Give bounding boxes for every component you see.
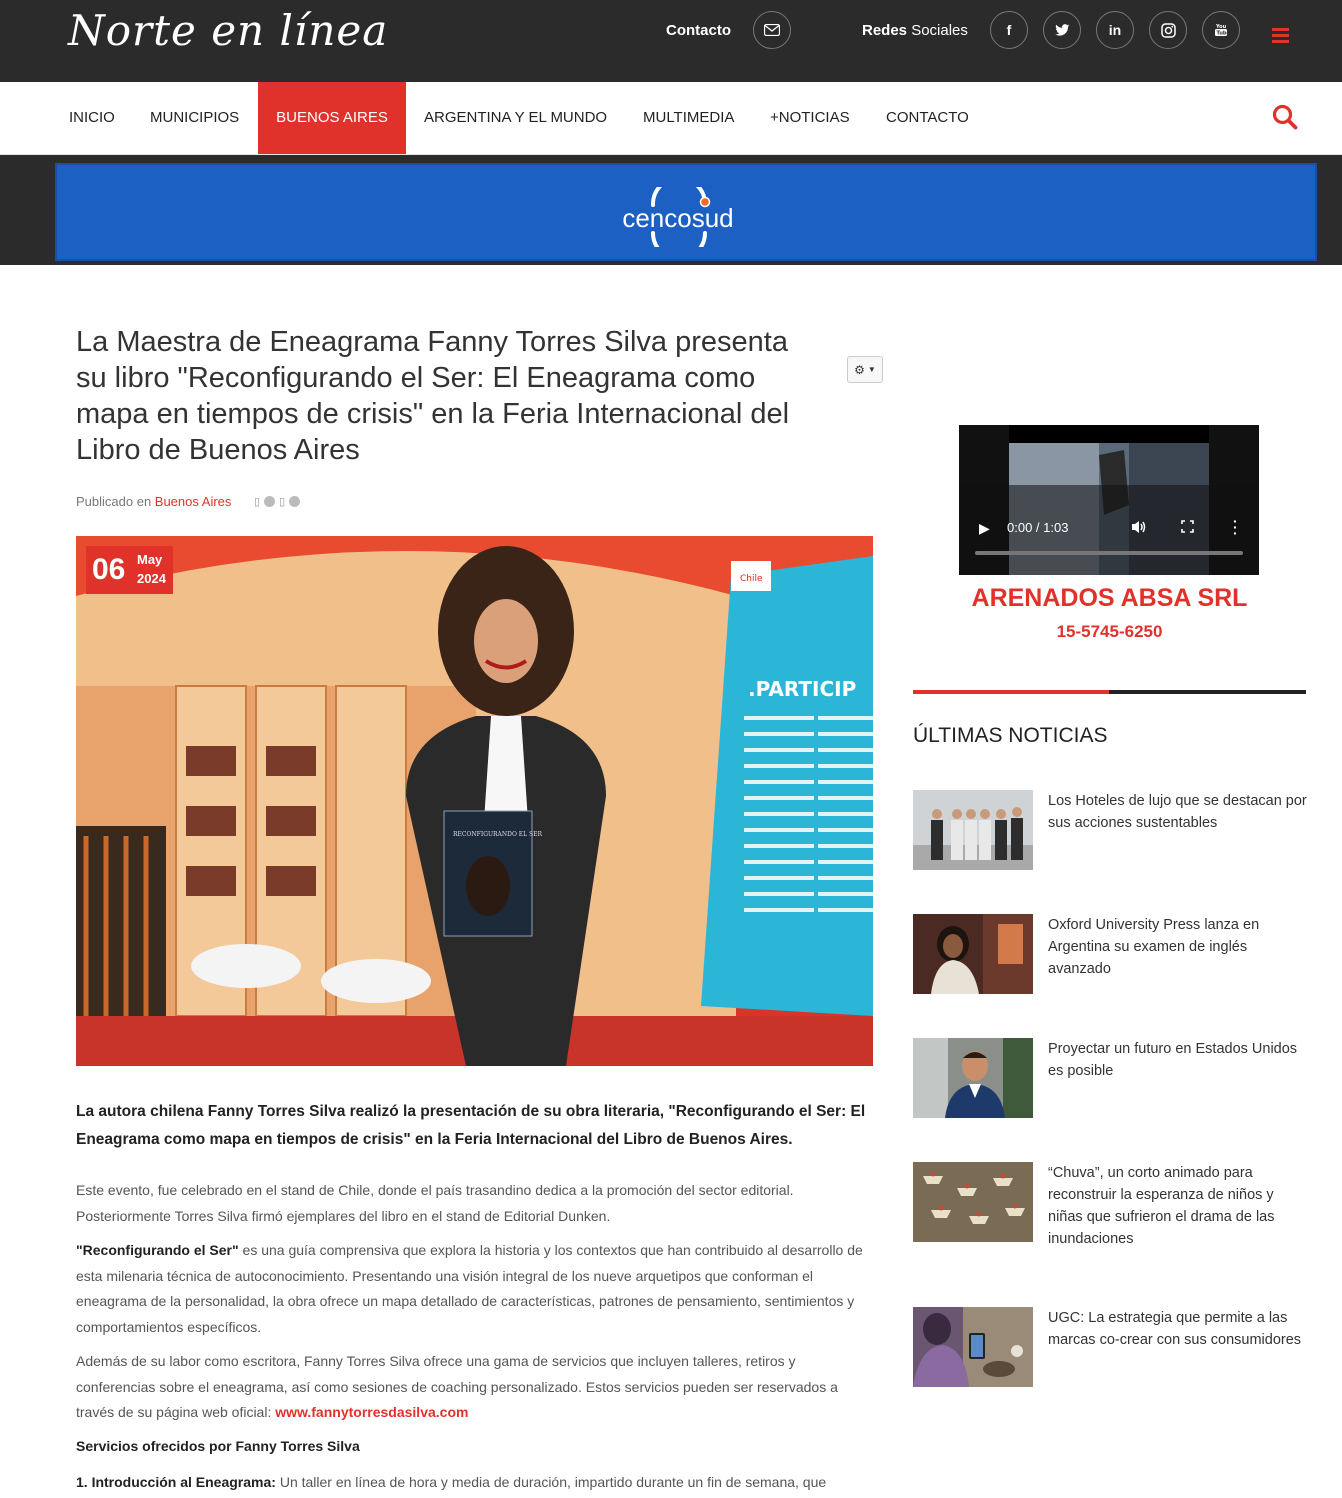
volume-icon[interactable]: [1131, 520, 1147, 534]
font-size-icon: ▯: [254, 496, 261, 508]
article-paragraph-1: Este evento, fue celebrado en el stand d…: [76, 1182, 794, 1224]
envelope-icon[interactable]: [753, 11, 791, 49]
svg-text:Tube: Tube: [1217, 31, 1230, 37]
nav-item-municipios[interactable]: Municipios: [150, 82, 239, 154]
main-nav: Inicio Municipios Buenos Aires Argentina…: [0, 82, 1342, 155]
decrease-font-icon[interactable]: [264, 496, 276, 507]
play-icon[interactable]: ▶: [979, 520, 990, 537]
font-size-icon-2: ▯: [279, 496, 286, 508]
svg-text:Chile: Chile: [740, 574, 763, 584]
nav-item-mas-noticias[interactable]: +Noticias: [770, 82, 850, 154]
cencosud-banner[interactable]: cencosud: [55, 163, 1317, 261]
contact-link[interactable]: Contacto: [666, 22, 731, 39]
cencosud-logo: cencosud: [622, 187, 734, 247]
news-title-4[interactable]: “Chuva”, un corto animado para reconstru…: [1048, 1162, 1310, 1250]
date-month: May: [137, 552, 163, 567]
instagram-icon[interactable]: [1149, 11, 1187, 49]
news-title-5[interactable]: UGC: La estrategia que permite a las mar…: [1048, 1307, 1310, 1351]
service-1: 1. Introducción al Eneagrama: Un taller …: [76, 1474, 827, 1490]
caret-down-icon: ▼: [867, 365, 876, 374]
gear-icon: ⚙: [854, 362, 865, 377]
video-progress-bar[interactable]: [975, 551, 1243, 555]
date-day: 06: [92, 553, 126, 586]
news-thumb-2[interactable]: [913, 914, 1033, 994]
increase-font-icon[interactable]: [289, 496, 301, 507]
font-size-controls: ▯ ▯: [254, 495, 301, 508]
more-options-icon[interactable]: · · ·: [1233, 514, 1238, 540]
video-player[interactable]: ▶ 0:00 / 1:03 · · ·: [959, 425, 1259, 575]
news-title-1[interactable]: Los Hoteles de lujo que se destacan por …: [1048, 790, 1310, 834]
website-link[interactable]: www.fannytorresdasilva.com: [275, 1404, 468, 1420]
news-thumb-4[interactable]: [913, 1162, 1033, 1242]
nav-item-multimedia[interactable]: Multimedia: [643, 82, 734, 154]
svg-text:RECONFIGURANDO EL SER: RECONFIGURANDO EL SER: [453, 831, 543, 838]
news-thumb-5[interactable]: [913, 1307, 1033, 1387]
article-lead: La autora chilena Fanny Torres Silva rea…: [76, 1103, 866, 1148]
ad-banner-area: cencosud: [0, 155, 1342, 265]
news-title-2[interactable]: Oxford University Press lanza en Argenti…: [1048, 914, 1310, 980]
fullscreen-icon[interactable]: [1181, 520, 1194, 533]
twitter-icon[interactable]: [1043, 11, 1081, 49]
article-options-button[interactable]: ⚙ ▼: [847, 356, 883, 383]
section-divider-accent: [913, 690, 1109, 694]
ad-phone: 15-5745-6250: [1056, 622, 1163, 641]
news-title-3[interactable]: Proyectar un futuro en Estados Unidos es…: [1048, 1038, 1310, 1082]
article-photo: .PARTICIP Chile RECONFIGURANDO EL SER: [76, 536, 873, 1066]
menu-icon[interactable]: [1272, 28, 1289, 46]
latest-news-title: Últimas Noticias: [913, 724, 1108, 747]
date-year: 2024: [137, 571, 166, 586]
top-bar: Norte en línea Contacto Redes Sociales f…: [0, 0, 1342, 82]
linkedin-icon[interactable]: in: [1096, 11, 1134, 49]
news-thumb-3[interactable]: [913, 1038, 1033, 1118]
video-time: 0:00 / 1:03: [1007, 520, 1069, 535]
nav-item-contacto[interactable]: Contacto: [886, 82, 969, 154]
ad-title[interactable]: ARENADOS ABSA SRL: [913, 584, 1306, 613]
nav-item-argentina-y-el-mundo[interactable]: Argentina y el Mundo: [424, 82, 607, 154]
youtube-icon[interactable]: You Tube: [1202, 11, 1240, 49]
social-label: Redes Sociales: [862, 22, 968, 39]
article-title: La Maestra de Eneagrama Fanny Torres Sil…: [76, 326, 790, 466]
search-icon[interactable]: [1272, 104, 1298, 130]
nav-item-inicio[interactable]: Inicio: [69, 82, 115, 154]
category-link[interactable]: Buenos Aires: [155, 494, 232, 509]
news-thumb-1[interactable]: [913, 790, 1033, 870]
svg-text:.PARTICIP: .PARTICIP: [748, 677, 856, 701]
site-logo[interactable]: Norte en línea: [68, 6, 388, 55]
published-in: Publicado en Buenos Aires: [76, 494, 232, 509]
article-paragraph-3: Además de su labor como escritora, Fanny…: [76, 1353, 838, 1420]
facebook-icon[interactable]: f: [990, 11, 1028, 49]
svg-text:cencosud: cencosud: [622, 203, 733, 233]
nav-item-buenos-aires[interactable]: Buenos Aires: [258, 82, 406, 154]
date-badge: 06 May 2024: [86, 546, 173, 594]
services-heading: Servicios ofrecidos por Fanny Torres Sil…: [76, 1438, 360, 1454]
article-paragraph-2: "Reconfigurando el Ser" es una guía comp…: [76, 1242, 863, 1335]
